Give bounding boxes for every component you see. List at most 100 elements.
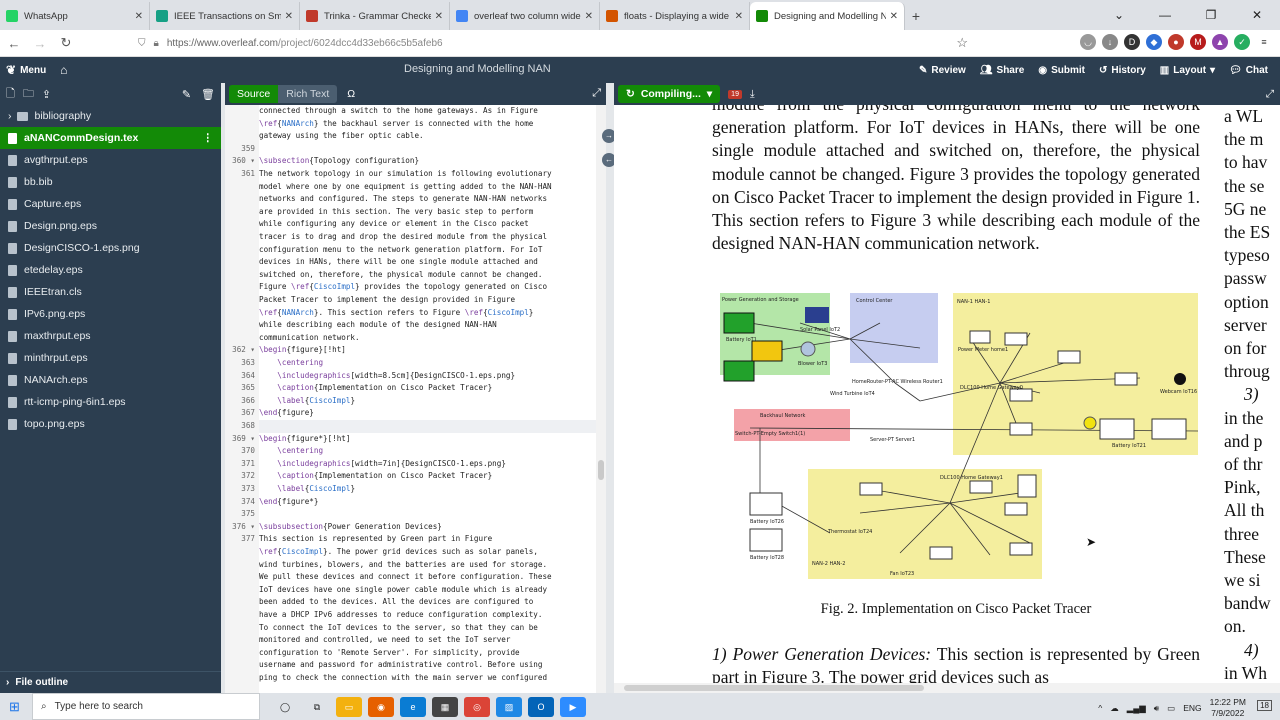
symbol-palette-button[interactable]: Ω (347, 88, 355, 100)
expand-pdf-icon[interactable]: ⤢ (1266, 88, 1274, 101)
file-explorer-icon[interactable]: ▭ (336, 696, 362, 717)
file-outline-toggle[interactable]: › File outline (0, 671, 221, 693)
network-icon[interactable]: ▂▄▆ (1127, 703, 1146, 714)
file-menu-icon[interactable]: ⋮ (203, 132, 214, 144)
code-line[interactable]: gateway using the fiber optic cable. (225, 130, 606, 143)
layout-button[interactable]: ▥ Layout ▾ (1160, 65, 1215, 76)
submit-button[interactable]: ◉ Submit (1038, 65, 1085, 76)
close-tab-icon[interactable]: ✕ (585, 11, 593, 22)
close-window-button[interactable]: ✕ (1234, 0, 1280, 30)
code-line[interactable]: 363 \centering (225, 357, 606, 370)
upload-icon[interactable]: ⇪ (42, 88, 51, 101)
code-line[interactable]: 377 This section is represented by Green … (225, 533, 606, 546)
code-line[interactable]: 373 \label{CiscoImpl} (225, 483, 606, 496)
pdf-viewer[interactable]: module from the physical configuration m… (614, 105, 1280, 683)
code-line[interactable]: Figure \ref{CiscoImpl} provides the topo… (225, 281, 606, 294)
close-tab-icon[interactable]: ✕ (890, 11, 898, 22)
reload-icon[interactable]: ↻ (54, 35, 78, 51)
browser-tab-2[interactable]: Trinka - Grammar Checker For A ✕ (300, 2, 450, 30)
code-line[interactable]: are provided in this section. The very b… (225, 206, 606, 219)
code-line[interactable]: \ref{NANArch}. This section refers to Fi… (225, 307, 606, 320)
zoom-icon[interactable]: ▶ (560, 696, 586, 717)
browser-tab-5[interactable]: Designing and Modelling NAN ✕ (750, 2, 905, 30)
code-editor[interactable]: connected through a switch to the home g… (225, 105, 606, 693)
browser-tab-1[interactable]: IEEE Transactions on Smart Grid ✕ (150, 2, 300, 30)
close-tab-icon[interactable]: ✕ (435, 11, 443, 22)
edge-icon[interactable]: e (400, 696, 426, 717)
code-line[interactable]: 372 \caption{Implementation on Cisco Pac… (225, 470, 606, 483)
file-item[interactable]: IEEEtran.cls (0, 281, 221, 303)
onedrive-icon[interactable]: ☁ (1110, 703, 1119, 714)
rich-text-mode-button[interactable]: Rich Text (278, 85, 338, 103)
code-line[interactable]: 368 (225, 420, 606, 433)
extension-blue-icon[interactable]: ◆ (1146, 34, 1162, 50)
extension-d-icon[interactable]: D (1124, 34, 1140, 50)
store-icon[interactable]: ▦ (432, 696, 458, 717)
code-line[interactable]: 361 The network topology in our simulatio… (225, 168, 606, 181)
firefox-icon[interactable]: ◉ (368, 696, 394, 717)
recompile-button[interactable]: ↻ Compiling... ▾ (618, 85, 721, 103)
file-item[interactable]: topo.png.eps (0, 413, 221, 435)
code-line[interactable]: been added to the devices. All the devic… (225, 596, 606, 609)
code-line[interactable]: 369 ▾ \begin{figure*}[!ht] (225, 432, 606, 446)
maximize-button[interactable]: ❐ (1188, 0, 1234, 30)
review-button[interactable]: ✎ Review (919, 65, 966, 76)
close-tab-icon[interactable]: ✕ (285, 11, 293, 22)
outlook-icon[interactable]: O (528, 696, 554, 717)
new-tab-button[interactable]: + (905, 2, 927, 30)
code-line[interactable]: IoT devices have one single power cable … (225, 584, 606, 597)
code-line[interactable]: 360 ▾ \subsection{Topology configuration} (225, 155, 606, 168)
file-item[interactable]: Capture.eps (0, 193, 221, 215)
minimize-button[interactable]: — (1142, 0, 1188, 30)
history-button[interactable]: ↺ History (1099, 65, 1146, 76)
bookmark-star-icon[interactable]: ☆ (956, 35, 968, 51)
code-line[interactable]: \ref{CiscoImpl}. The power grid devices … (225, 546, 606, 559)
download-icon[interactable]: ↓ (1102, 34, 1118, 50)
folder-item[interactable]: › bibliography (0, 105, 221, 127)
code-line[interactable]: 365 \caption{Implementation on Cisco Pac… (225, 382, 606, 395)
code-line[interactable]: configuration to 'Remote Server'. For si… (225, 647, 606, 660)
rename-pencil-icon[interactable]: ✎ (182, 88, 191, 101)
code-line[interactable]: while configuring any device or element … (225, 218, 606, 231)
source-mode-button[interactable]: Source (229, 85, 279, 103)
url-input[interactable]: ⛉ 🔒︎ https://www.overleaf.com/project/60… (138, 32, 968, 54)
extension-red-icon[interactable]: ● (1168, 34, 1184, 50)
browser-tab-0[interactable]: WhatsApp ✕ (0, 2, 150, 30)
file-item[interactable]: aNANCommDesign.tex ⋮ (0, 127, 221, 149)
photos-icon[interactable]: ▨ (496, 696, 522, 717)
code-line[interactable]: ping to check the connection with the ma… (225, 672, 606, 685)
pocket-icon[interactable]: ◡ (1080, 34, 1096, 50)
chrome-icon[interactable]: ◎ (464, 696, 490, 717)
code-line[interactable]: monitored and controlled, we need to set… (225, 634, 606, 647)
close-tab-icon[interactable]: ✕ (135, 11, 143, 22)
code-line[interactable]: 362 ▾ \begin{figure}[!ht] (225, 344, 606, 357)
code-line[interactable]: \ref{NANArch} the backhaul server is con… (225, 118, 606, 131)
code-line[interactable]: 367 \end{figure} (225, 407, 606, 420)
language-indicator[interactable]: ENG (1183, 703, 1201, 713)
extension-m-icon[interactable]: M (1190, 34, 1206, 50)
file-item[interactable]: IPv6.png.eps (0, 303, 221, 325)
file-item[interactable]: rtt-icmp-ping-6in1.eps (0, 391, 221, 413)
editor-scroll-thumb[interactable] (598, 460, 604, 480)
editor-scrollbar[interactable] (596, 105, 606, 693)
home-button[interactable]: ⌂ (60, 63, 67, 77)
code-line[interactable]: 375 (225, 508, 606, 521)
download-pdf-icon[interactable]: ⤓ (750, 88, 755, 101)
file-item[interactable]: DesignCISCO-1.eps.png (0, 237, 221, 259)
extension-purple-icon[interactable]: ▲ (1212, 34, 1228, 50)
task-view-icon[interactable]: ⧉ (304, 697, 330, 717)
windows-start-icon[interactable]: ⊞ (9, 699, 20, 715)
tab-search-icon[interactable]: ⌄ (1096, 0, 1142, 30)
code-line[interactable]: We pull these devices and connect it bef… (225, 571, 606, 584)
new-file-icon[interactable]: 🗋︎ (6, 85, 15, 104)
code-line[interactable]: 366 \label{CiscoImpl} (225, 394, 606, 408)
notification-badge[interactable]: 18 (1257, 700, 1272, 711)
code-line[interactable]: To connect the IoT devices to the server… (225, 622, 606, 635)
file-item[interactable]: NANArch.eps (0, 369, 221, 391)
clock[interactable]: 12:22 PM 7/9/2022 (1210, 697, 1246, 719)
code-line[interactable]: username and password for administrative… (225, 659, 606, 672)
chat-button[interactable]: 💬︎ Chat (1229, 65, 1268, 76)
code-line[interactable]: configuration menu to the network genera… (225, 244, 606, 257)
code-line[interactable]: Packet Tracer to implement the design pr… (225, 294, 606, 307)
battery-icon[interactable]: ▭ (1167, 703, 1175, 714)
